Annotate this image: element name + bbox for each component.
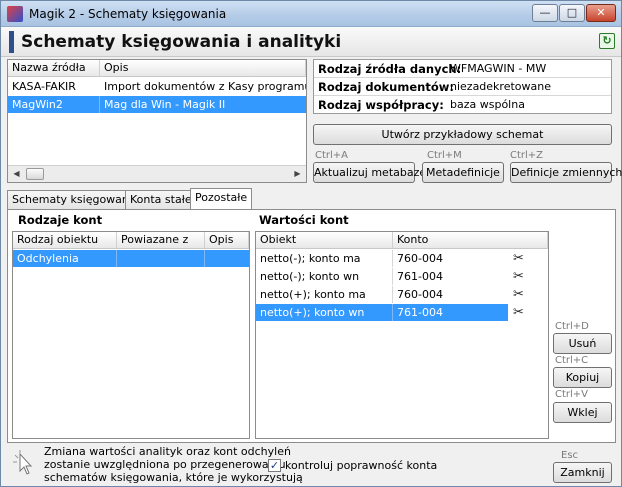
title-bar[interactable]: Magik 2 - Schematy księgowania — □ ✕	[1, 1, 621, 27]
object-cell: netto(+); konto wn	[256, 304, 393, 321]
scissors-icon[interactable]: ✂	[513, 268, 524, 285]
minimize-button[interactable]: —	[532, 4, 558, 22]
validate-account-label[interactable]: kontroluj poprawność konta	[285, 459, 437, 472]
info-value: niezadekretowane	[450, 80, 551, 93]
page-header: Schematy księgowania i analityki ↻	[1, 27, 621, 57]
shortcut-hint: Ctrl+D	[555, 321, 589, 332]
create-example-schema-button[interactable]: Utwórz przykładowy schemat	[313, 124, 612, 145]
object-cell: netto(+); konto ma	[256, 286, 393, 303]
window-title: Magik 2 - Schematy księgowania	[29, 7, 227, 21]
account-cell: 760-004	[397, 288, 443, 301]
source-description-cell: Import dokumentów z Kasy programu WF-Fa	[104, 80, 306, 93]
info-row-source-type: Rodzaj źródła danych: WFMAGWIN - MW	[314, 60, 611, 78]
scroll-right-icon[interactable]: ▶	[289, 166, 306, 182]
account-cell: 761-004	[397, 270, 443, 283]
info-label: Rodzaj dokumentów:	[318, 80, 454, 94]
info-value: baza wspólna	[450, 98, 525, 111]
maximize-button[interactable]: □	[559, 4, 585, 22]
app-window: Magik 2 - Schematy księgowania — □ ✕ Sch…	[0, 0, 622, 487]
sources-list[interactable]: Nazwa źródła Opis KASA-FAKIR Import doku…	[7, 59, 307, 183]
column-header-source-name[interactable]: Nazwa źródła	[8, 60, 100, 77]
scissors-icon[interactable]: ✂	[513, 250, 524, 267]
scrollbar-thumb[interactable]	[26, 168, 44, 180]
table-row[interactable]: KASA-FAKIR Import dokumentów z Kasy prog…	[8, 78, 306, 95]
page-title: Schematy księgowania i analityki	[21, 32, 342, 52]
validate-account-checkbox[interactable]: ✓	[268, 459, 281, 472]
description-cell	[205, 250, 249, 267]
table-row[interactable]: netto(+); konto wn 761-004 ✂	[256, 304, 548, 321]
scissors-icon[interactable]: ✂	[513, 304, 524, 321]
table-row[interactable]: netto(-); konto wn 761-004 ✂	[256, 268, 548, 285]
app-icon	[7, 6, 23, 22]
horizontal-scrollbar[interactable]: ◀ ▶	[8, 165, 306, 182]
info-label: Rodzaj współpracy:	[318, 98, 444, 112]
shortcut-hint: Ctrl+A	[315, 150, 349, 161]
source-name-cell: KASA-FAKIR	[12, 80, 76, 93]
column-header-related-to[interactable]: Powiazane z	[117, 232, 205, 249]
refresh-icon[interactable]: ↻	[599, 33, 615, 49]
shortcut-hint: Ctrl+Z	[510, 150, 544, 161]
source-description-cell: Mag dla Win - Magik II	[104, 98, 226, 111]
column-header-object[interactable]: Obiekt	[256, 232, 393, 249]
object-type-cell: Odchylenia	[13, 250, 117, 267]
related-to-cell	[117, 250, 205, 267]
paste-button[interactable]: Wklej	[553, 402, 612, 423]
account-types-title: Rodzaje kont	[18, 213, 103, 227]
info-label: Rodzaj źródła danych:	[318, 62, 462, 76]
object-cell: netto(-); konto ma	[256, 250, 393, 267]
metadefinitions-button[interactable]: Metadefinicje	[422, 162, 504, 183]
tab-posting-schemas[interactable]: Schematy księgowania	[7, 190, 144, 210]
shortcut-hint: Ctrl+C	[555, 355, 589, 366]
column-header-account[interactable]: Konto	[393, 232, 548, 249]
info-row-cooperation-type: Rodzaj współpracy: baza wspólna	[314, 96, 611, 114]
object-cell: netto(-); konto wn	[256, 268, 393, 285]
variable-definitions-button[interactable]: Definicje zmiennych	[510, 162, 622, 183]
table-row[interactable]: MagWin2 Mag dla Win - Magik II	[8, 96, 306, 113]
shortcut-hint: Ctrl+V	[555, 389, 589, 400]
account-values-list[interactable]: Obiekt Konto netto(-); konto ma 760-004 …	[255, 231, 549, 439]
table-row[interactable]: netto(-); konto ma 760-004 ✂	[256, 250, 548, 267]
footer-note-line1: Zmiana wartości analityk oraz kont odchy…	[44, 445, 291, 458]
close-window-button[interactable]: ✕	[586, 4, 616, 22]
footer-note-line3: schematów księgowania, które je wykorzys…	[44, 471, 303, 484]
info-row-document-type: Rodzaj dokumentów: niezadekretowane	[314, 78, 611, 96]
source-info-box: Rodzaj źródła danych: WFMAGWIN - MW Rodz…	[313, 59, 612, 114]
source-name-cell: MagWin2	[8, 96, 100, 113]
column-header-object-type[interactable]: Rodzaj obiektu	[13, 232, 117, 249]
table-row[interactable]: netto(+); konto ma 760-004 ✂	[256, 286, 548, 303]
header-accent	[9, 31, 14, 53]
copy-button[interactable]: Kopiuj	[553, 367, 612, 388]
hint-cursor-icon	[11, 449, 35, 479]
scissors-icon[interactable]: ✂	[513, 286, 524, 303]
column-header-description[interactable]: Opis	[205, 232, 249, 249]
account-cell: 761-004	[393, 304, 508, 321]
column-header-description[interactable]: Opis	[100, 60, 306, 77]
account-types-list[interactable]: Rodzaj obiektu Powiazane z Opis Odchylen…	[12, 231, 250, 439]
delete-button[interactable]: Usuń	[553, 333, 612, 354]
footer-note-line2: zostanie uwzględniona po przegenerowaniu	[44, 458, 286, 471]
shortcut-hint: Ctrl+M	[427, 150, 462, 161]
account-cell: 760-004	[397, 252, 443, 265]
info-value: WFMAGWIN - MW	[450, 62, 547, 75]
shortcut-hint: Esc	[561, 450, 579, 461]
scroll-left-icon[interactable]: ◀	[8, 166, 25, 182]
table-row[interactable]: Odchylenia	[13, 250, 249, 267]
account-values-title: Wartości kont	[259, 213, 349, 227]
update-metabase-button[interactable]: Aktualizuj metabazę	[313, 162, 426, 183]
close-button[interactable]: Zamknij	[553, 462, 612, 483]
tab-fixed-accounts[interactable]: Konta stałe	[125, 190, 197, 210]
tab-other[interactable]: Pozostałe	[190, 188, 253, 210]
